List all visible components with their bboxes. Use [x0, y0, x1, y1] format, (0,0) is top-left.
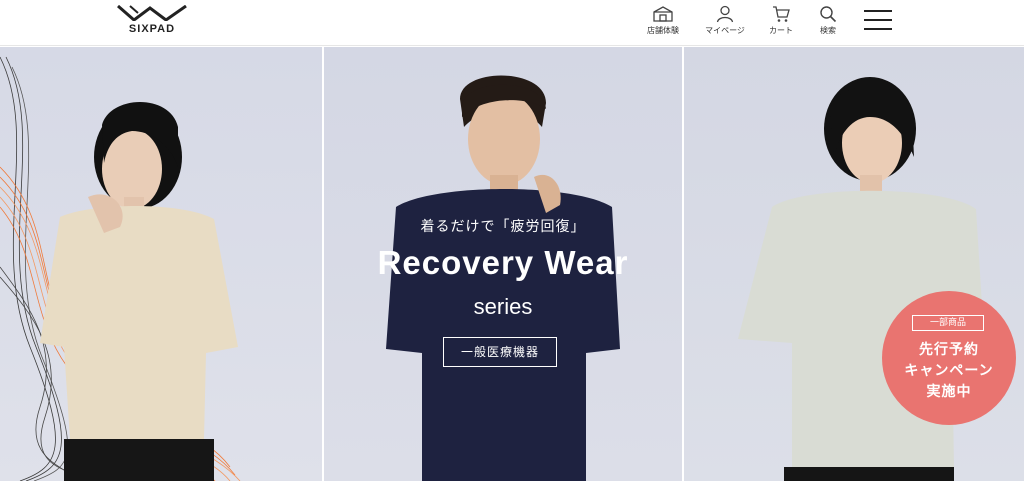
sixpad-logo[interactable]: SIXPAD: [112, 5, 192, 37]
series-label: series: [473, 294, 533, 319]
nav-store-experience[interactable]: 店舗体験: [640, 5, 686, 36]
promo-line-1: 先行予約: [919, 342, 979, 358]
nav-search-label: 検索: [820, 26, 836, 35]
logo-mark-icon: [117, 5, 187, 21]
medical-device-badge: 一般医療機器: [443, 337, 557, 367]
logo-text: SIXPAD: [128, 23, 176, 35]
hamburger-icon-bar: [864, 19, 892, 21]
preorder-campaign-badge[interactable]: 一部商品 先行予約 キャンペーン 実施中: [882, 291, 1016, 425]
store-icon: [653, 6, 673, 22]
hero-panel-left: [0, 47, 322, 481]
search-icon: [820, 6, 837, 23]
promo-tag: 一部商品: [912, 315, 984, 331]
nav-mypage-label: マイページ: [705, 26, 745, 35]
site-header: SIXPAD 店舗体験 マイページ カート 検索: [0, 0, 1024, 46]
model-beige-shirt-image: [0, 56, 241, 481]
promo-line-2: キャンペーン: [904, 363, 994, 379]
nav-mypage[interactable]: マイページ: [700, 5, 750, 36]
nav-cart[interactable]: カート: [762, 5, 800, 36]
hamburger-icon: [864, 10, 892, 12]
nav-store-label: 店舗体験: [647, 26, 679, 35]
nav-cart-label: カート: [769, 26, 793, 35]
cart-icon: [773, 6, 790, 22]
hamburger-menu-button[interactable]: [864, 9, 892, 31]
recovery-wear-wordmark: Recovery Wear: [377, 244, 629, 281]
hero-tagline: 着るだけで「疲労回復」: [420, 219, 586, 235]
user-icon: [716, 5, 734, 23]
promo-line-3: 実施中: [926, 384, 972, 400]
nav-search[interactable]: 検索: [810, 5, 846, 36]
hamburger-icon-bar: [864, 28, 892, 30]
